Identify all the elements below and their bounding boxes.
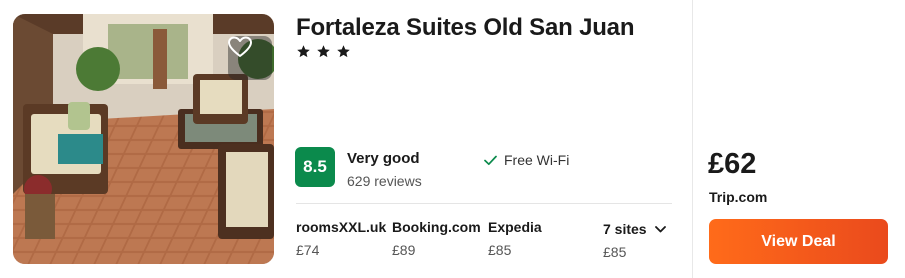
favorite-button[interactable]: [228, 36, 272, 80]
site-price: £85: [488, 242, 512, 258]
review-count[interactable]: 629 reviews: [347, 173, 422, 189]
best-deal-price: £62: [708, 148, 757, 180]
chevron-down-icon: [654, 225, 666, 232]
more-sites-price: £85: [603, 244, 627, 260]
star-icon: [297, 45, 310, 58]
hotel-photo[interactable]: [13, 14, 274, 264]
site-offer-booking[interactable]: Booking.com £89: [392, 219, 481, 258]
column-divider: [692, 0, 693, 278]
divider: [296, 203, 672, 204]
heart-outline-icon: [228, 36, 252, 57]
amenity-label: Free Wi-Fi: [504, 152, 570, 168]
site-price: £74: [296, 242, 320, 258]
hotel-name[interactable]: Fortaleza Suites Old San Juan: [296, 14, 634, 42]
site-name: Expedia: [488, 219, 542, 235]
checkmark-icon: [484, 155, 497, 165]
best-deal-site: Trip.com: [709, 189, 768, 205]
site-offer-roomsxxl[interactable]: roomsXXL.uk £74: [296, 219, 386, 258]
site-name: roomsXXL.uk: [296, 219, 387, 235]
rating-score-badge: 8.5: [295, 147, 335, 187]
view-deal-button[interactable]: View Deal: [709, 219, 888, 264]
amenity-item: Free Wi-Fi: [484, 152, 569, 168]
star-icon: [317, 45, 330, 58]
rating-label: Very good: [347, 150, 420, 167]
hotel-star-rating: [296, 44, 351, 59]
site-price: £89: [392, 242, 416, 258]
site-offer-expedia[interactable]: Expedia £85: [488, 219, 542, 258]
star-icon: [337, 45, 350, 58]
more-sites-toggle[interactable]: 7 sites: [603, 221, 666, 237]
hotel-result-card: Fortaleza Suites Old San Juan 8.5 Very g…: [0, 0, 905, 278]
site-name: Booking.com: [392, 219, 481, 235]
more-sites-label: 7 sites: [603, 221, 647, 237]
